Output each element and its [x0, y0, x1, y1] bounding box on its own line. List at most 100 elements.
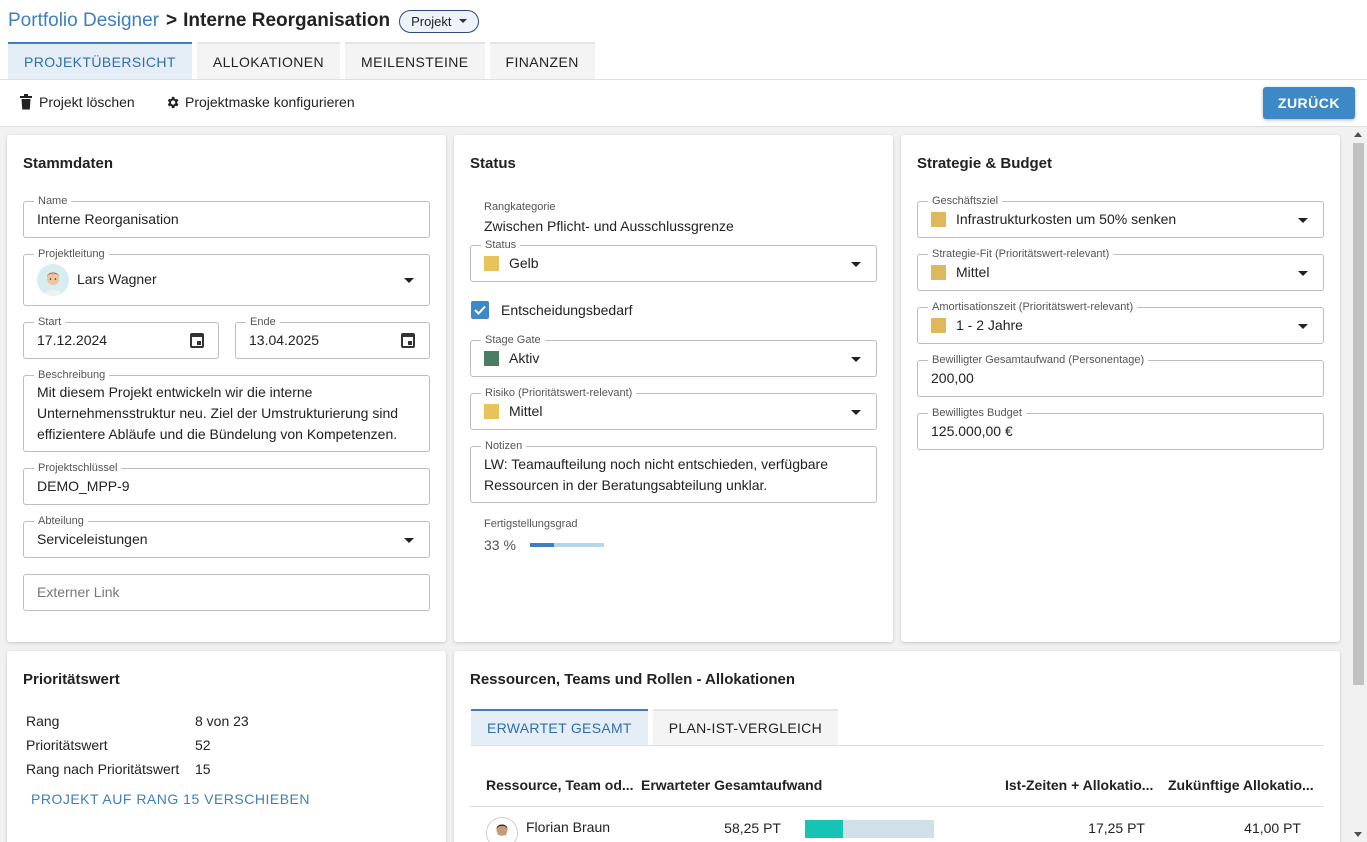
tab-projektuebersicht[interactable]: PROJEKTÜBERSICHT: [8, 42, 192, 79]
calendar-icon[interactable]: [190, 333, 204, 348]
allocation-bar: [805, 820, 934, 838]
stammdaten-title: Stammdaten: [23, 155, 114, 172]
checkmark-icon: [474, 305, 486, 315]
project-key-field[interactable]: Projektschlüssel DEMO_MPP-9: [23, 461, 430, 505]
column-header-future[interactable]: Zukünftige Allokatio...: [1168, 777, 1314, 793]
chevron-down-icon: [404, 538, 414, 543]
calendar-icon[interactable]: [401, 333, 415, 348]
column-header-expected[interactable]: Erwarteter Gesamtaufwand: [641, 777, 822, 793]
content-area: Stammdaten Name Interne Reorganisation P…: [0, 127, 1349, 842]
project-lead-value: Lars Wagner: [77, 271, 157, 287]
stage-gate-color-swatch: [484, 351, 499, 366]
move-rank-button[interactable]: PROJEKT AUF RANG 15 VERSCHIEBEN: [31, 791, 310, 807]
department-label: Abteilung: [34, 514, 88, 528]
external-link-placeholder: Externer Link: [37, 584, 120, 600]
approved-effort-field[interactable]: Bewilligter Gesamtaufwand (Personentage)…: [917, 353, 1324, 397]
delete-project-button[interactable]: Projekt löschen: [19, 94, 135, 110]
project-lead-select[interactable]: Projektleitung Lars Wagner: [23, 247, 430, 306]
name-field[interactable]: Name Interne Reorganisation: [23, 194, 430, 238]
breadcrumb-separator: >: [166, 10, 178, 31]
approved-budget-label: Bewilligtes Budget: [928, 406, 1026, 420]
description-line: Mit diesem Projekt entwickeln wir die in…: [37, 384, 313, 400]
gear-icon: [167, 96, 179, 108]
risk-label: Risiko (Prioritätswert-relevant): [481, 386, 637, 400]
approved-budget-field[interactable]: Bewilligtes Budget 125.000,00 €: [917, 406, 1324, 450]
status-label: Status: [481, 238, 521, 252]
stage-gate-value: Aktiv: [509, 350, 540, 366]
tab-plan-ist-vergleich[interactable]: PLAN-IST-VERGLEICH: [652, 709, 838, 745]
decision-checkbox[interactable]: [471, 301, 489, 319]
progress-bar-fill: [530, 543, 555, 547]
risk-select[interactable]: Risiko (Prioritätswert-relevant) Mittel: [470, 386, 877, 430]
delete-project-label: Projekt löschen: [39, 94, 135, 110]
tab-finanzen[interactable]: FINANZEN: [489, 42, 595, 79]
business-goal-label: Geschäftsziel: [928, 194, 1003, 208]
external-link-input[interactable]: Externer Link: [23, 574, 430, 611]
tab-meilensteine[interactable]: MEILENSTEINE: [345, 42, 485, 79]
stammdaten-card: Stammdaten Name Interne Reorganisation P…: [7, 135, 446, 642]
amortization-color-swatch: [931, 318, 946, 333]
strategy-fit-color-swatch: [931, 265, 946, 280]
breadcrumb-app-link[interactable]: Portfolio Designer: [8, 10, 159, 32]
tab-allokationen[interactable]: ALLOKATIONEN: [196, 42, 341, 79]
priority-rank-value: 8 von 23: [195, 713, 249, 729]
scroll-up-arrow-icon[interactable]: [1354, 132, 1362, 137]
end-date-label: Ende: [246, 315, 280, 329]
status-value: Gelb: [509, 255, 539, 271]
amortization-select[interactable]: Amortisationszeit (Prioritätswert-releva…: [917, 300, 1324, 344]
configure-mask-label: Projektmaske konfigurieren: [185, 94, 355, 110]
actual-allocation-value: 17,25 PT: [1088, 820, 1145, 836]
scroll-down-arrow-icon[interactable]: [1354, 832, 1362, 837]
main-tabs: PROJEKTÜBERSICHT ALLOKATIONEN MEILENSTEI…: [8, 42, 600, 79]
description-label: Beschreibung: [34, 368, 110, 382]
allocations-card: Ressourcen, Teams und Rollen - Allokatio…: [454, 651, 1340, 842]
scrollbar-thumb[interactable]: [1353, 143, 1364, 685]
start-date-field[interactable]: Start 17.12.2024: [23, 315, 219, 359]
progress-text: 33 %: [484, 537, 516, 553]
project-type-chip[interactable]: Projekt: [399, 9, 479, 33]
approved-effort-label: Bewilligter Gesamtaufwand (Personentage): [928, 353, 1149, 367]
end-date-field[interactable]: Ende 13.04.2025: [235, 315, 430, 359]
notes-field[interactable]: Notizen LW: Teamaufteilung noch nicht en…: [470, 439, 877, 503]
back-button[interactable]: ZURÜCK: [1262, 87, 1355, 119]
resource-avatar: [486, 817, 518, 842]
tab-erwartet-gesamt[interactable]: ERWARTET GESAMT: [471, 709, 648, 745]
chevron-down-icon: [458, 19, 467, 23]
priority-title: Prioritätswert: [23, 671, 120, 688]
strategy-title: Strategie & Budget: [917, 155, 1053, 172]
notes-line: LW: Teamaufteilung noch nicht entschiede…: [484, 456, 828, 472]
project-key-value: DEMO_MPP-9: [37, 478, 130, 494]
strategy-fit-label: Strategie-Fit (Prioritätswert-relevant): [928, 247, 1114, 261]
configure-mask-button[interactable]: Projektmaske konfigurieren: [165, 94, 355, 110]
allocation-bar-fill: [805, 820, 844, 838]
resource-name: Florian Braun: [526, 819, 611, 835]
toolbar: Projekt löschen Projektmaske konfigurier…: [0, 80, 1367, 127]
expected-effort-value: 58,25 PT: [724, 820, 781, 836]
description-field[interactable]: Beschreibung Mit diesem Projekt entwicke…: [23, 368, 430, 452]
chevron-down-icon: [1298, 324, 1308, 329]
amortization-value: 1 - 2 Jahre: [956, 317, 1023, 333]
business-goal-color-swatch: [931, 212, 946, 227]
stage-gate-label: Stage Gate: [481, 333, 545, 347]
project-type-chip-label: Projekt: [411, 13, 452, 29]
chevron-down-icon: [851, 262, 861, 267]
chevron-down-icon: [851, 357, 861, 362]
status-select[interactable]: Status Gelb: [470, 238, 877, 282]
progress-label: Fertigstellungsgrad: [484, 518, 578, 530]
column-header-actual[interactable]: Ist-Zeiten + Allokatio...: [1005, 777, 1153, 793]
lead-avatar: [37, 264, 69, 296]
stage-gate-select[interactable]: Stage Gate Aktiv: [470, 333, 877, 377]
column-header-resource[interactable]: Ressource, Team od...: [486, 777, 634, 793]
allocations-title: Ressourcen, Teams und Rollen - Allokatio…: [470, 671, 796, 688]
vertical-scrollbar[interactable]: [1349, 127, 1367, 842]
table-row[interactable]: Florian Braun 58,25 PT 17,25 PT 41,00 PT: [470, 807, 1324, 842]
department-select[interactable]: Abteilung Serviceleistungen: [23, 514, 430, 558]
name-label: Name: [34, 194, 72, 208]
department-value: Serviceleistungen: [37, 531, 148, 547]
decision-checkbox-row[interactable]: Entscheidungsbedarf: [471, 301, 633, 319]
priority-rank-label: Rang: [26, 713, 60, 729]
allocation-tabs: ERWARTET GESAMT PLAN-IST-VERGLEICH: [471, 709, 843, 745]
strategy-fit-select[interactable]: Strategie-Fit (Prioritätswert-relevant) …: [917, 247, 1324, 291]
tabs-divider: [471, 745, 1324, 746]
business-goal-select[interactable]: Geschäftsziel Infrastrukturkosten um 50%…: [917, 194, 1324, 238]
